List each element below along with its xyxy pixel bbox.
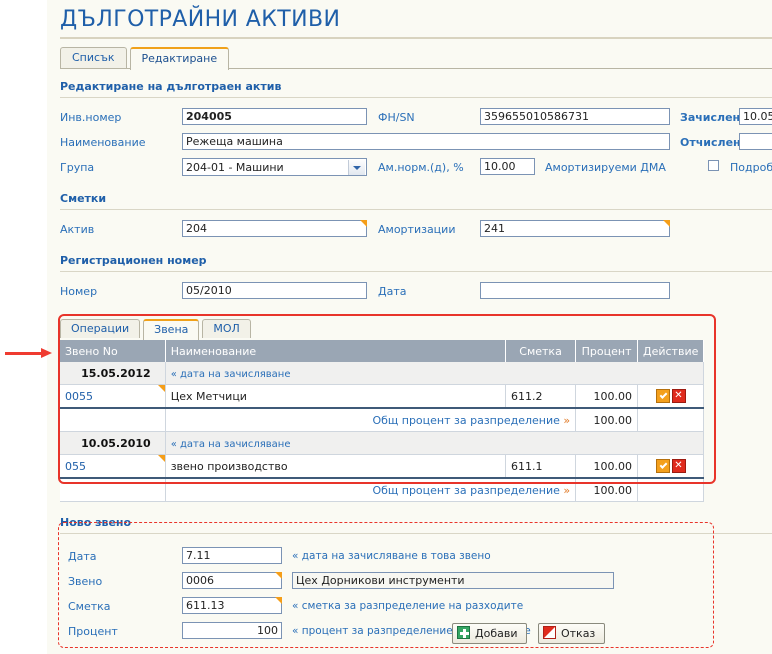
deducted-date-input[interactable] — [739, 133, 772, 150]
inv-number-input[interactable] — [182, 108, 367, 125]
depreciation-account-lookup[interactable] — [480, 220, 670, 237]
total-label: Общ процент за разпределение — [372, 483, 560, 497]
name-input[interactable] — [182, 133, 670, 150]
asset-account-label: Актив — [60, 223, 95, 236]
row-group: Група 204-01 - Машини Ам.норм.(д), % Амо… — [60, 156, 772, 181]
detailed-checkbox[interactable] — [708, 160, 719, 171]
total-chevron-icon: » — [563, 483, 571, 497]
asset-account-lookup[interactable] — [182, 220, 367, 237]
group-select[interactable]: 204-01 - Машини — [182, 158, 367, 176]
name-label: Наименование — [60, 136, 146, 149]
new-unit-highlight-annotation — [58, 522, 714, 648]
reg-number-label: Номер — [60, 285, 98, 298]
accounts-section-title: Сметки — [60, 192, 107, 205]
row-name: Наименование Отчислен — [60, 131, 772, 156]
grid-highlight-annotation — [58, 314, 716, 484]
edit-section-title: Редактиране на дълготраен актив — [60, 80, 282, 93]
page-title: ДЪЛГОТРАЙНИ АКТИВИ — [60, 7, 341, 32]
depr-rate-label: Ам.норм.(д), % — [378, 161, 464, 174]
depreciation-account-input[interactable] — [480, 220, 670, 237]
row-registration: Номер Дата — [60, 280, 772, 305]
app-page: ДЪЛГОТРАЙНИ АКТИВИ Списък Редактиране Ре… — [0, 0, 772, 654]
accounts-section-divider — [60, 209, 772, 210]
registration-section-title: Регистрационен номер — [60, 254, 207, 267]
arrow-head-icon — [41, 348, 52, 358]
reg-date-input[interactable] — [480, 282, 670, 299]
depreciation-account-label: Амортизации — [378, 223, 456, 236]
group-select-value: 204-01 - Машини — [186, 161, 284, 174]
row-accounts: Актив Амортизации — [60, 218, 772, 243]
depreciable-label: Амортизируеми ДМА — [545, 161, 666, 174]
fn-sn-input[interactable] — [480, 108, 670, 125]
page-header: ДЪЛГОТРАЙНИ АКТИВИ — [47, 0, 772, 39]
asset-account-input[interactable] — [182, 220, 367, 237]
reg-number-input[interactable] — [182, 282, 367, 299]
registration-section-divider — [60, 271, 772, 272]
lookup-corner-icon[interactable] — [360, 220, 367, 227]
deducted-label: Отчислен — [680, 136, 741, 149]
arrow-annotation — [5, 348, 55, 359]
left-gutter — [0, 0, 47, 654]
reg-date-label: Дата — [378, 285, 407, 298]
main-tabstrip: Списък Редактиране — [60, 47, 772, 71]
depr-rate-input[interactable] — [480, 158, 535, 175]
fn-sn-label: ФН/SN — [378, 111, 415, 124]
tab-redaktirane[interactable]: Редактиране — [129, 47, 230, 71]
inv-number-label: Инв.номер — [60, 111, 122, 124]
enrolled-date-input[interactable] — [739, 108, 772, 125]
row-inv-number: Инв.номер ФН/SN Зачислен — [60, 106, 772, 131]
enrolled-label: Зачислен — [680, 111, 741, 124]
chevron-down-icon[interactable] — [348, 160, 365, 175]
edit-section-divider — [60, 97, 772, 98]
title-divider — [60, 37, 772, 39]
arrow-shaft — [5, 352, 43, 355]
group-label: Група — [60, 161, 95, 174]
lookup-corner-icon[interactable] — [663, 220, 670, 227]
detailed-label: Подробно — [730, 161, 772, 174]
accounts-section-header: Сметки — [60, 181, 772, 210]
tab-spisak[interactable]: Списък — [60, 47, 127, 68]
edit-section-header: Редактиране на дълготраен актив — [60, 69, 772, 98]
registration-section-header: Регистрационен номер — [60, 243, 772, 272]
